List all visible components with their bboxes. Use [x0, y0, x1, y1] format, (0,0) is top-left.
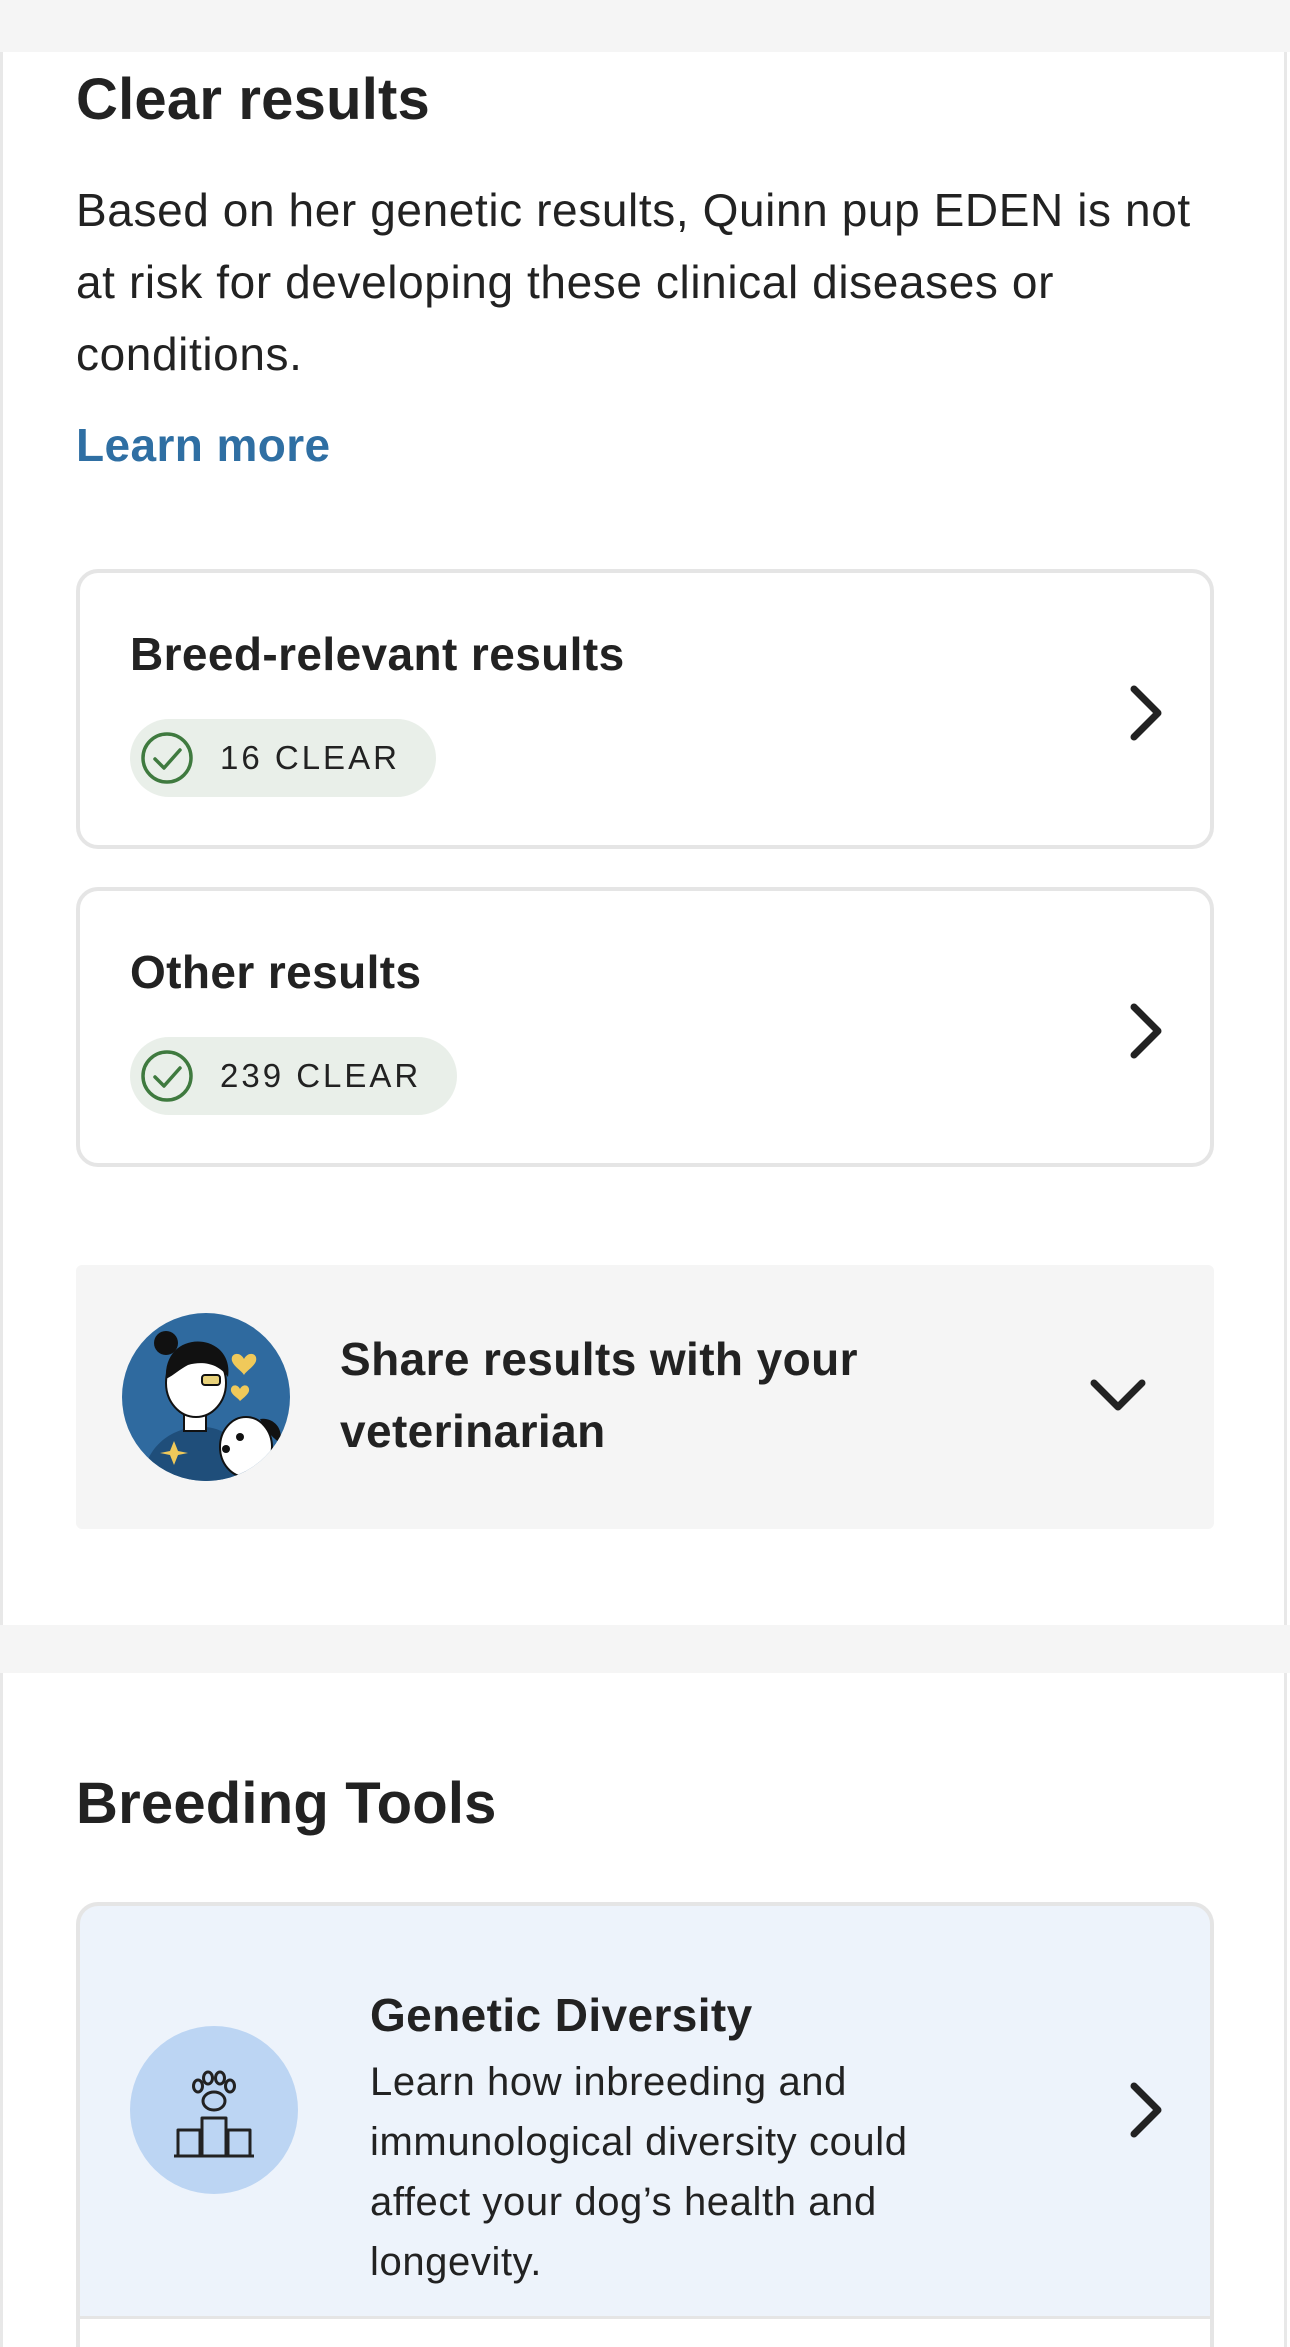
veterinarian-avatar	[122, 1313, 290, 1481]
share-results-label: Share results with your veterinarian	[340, 1333, 858, 1457]
paw-podium-icon	[130, 2026, 298, 2194]
card-footer	[80, 2316, 1210, 2347]
tool-description: Learn how inbreeding and immunological d…	[370, 2060, 908, 2284]
chevron-right-icon	[1130, 685, 1162, 741]
clear-count-label: 16 CLEAR	[220, 739, 400, 776]
clear-count-badge: 16 CLEAR	[130, 719, 436, 797]
tool-title: Genetic Diversity	[370, 1989, 753, 2041]
chevron-right-icon	[1130, 1003, 1162, 1059]
top-strip	[0, 0, 1290, 52]
clear-count-badge: 239 CLEAR	[130, 1037, 458, 1115]
clear-results-heading: Clear results	[76, 67, 430, 132]
card-title: Other results	[130, 946, 422, 998]
check-circle-icon	[141, 732, 193, 784]
clear-results-description: Based on her genetic results, Quinn pup …	[76, 184, 1191, 380]
check-circle-icon	[141, 1050, 193, 1102]
breeding-tools-heading: Breeding Tools	[76, 1771, 497, 1836]
card-title: Breed-relevant results	[130, 628, 625, 680]
breed-relevant-results-card[interactable]: Breed-relevant results 16 CLEAR	[76, 569, 1214, 849]
learn-more-link[interactable]: Learn more	[76, 418, 331, 472]
chevron-down-icon	[1090, 1379, 1146, 1411]
page: Clear results Based on her genetic resul…	[0, 0, 1290, 2347]
section-divider	[0, 1625, 1290, 1673]
share-with-veterinarian-panel[interactable]: Share results with your veterinarian	[76, 1265, 1214, 1529]
chevron-right-icon	[1130, 2082, 1162, 2138]
genetic-diversity-card[interactable]: Genetic Diversity Learn how inbreeding a…	[76, 1902, 1214, 2347]
clear-count-label: 239 CLEAR	[220, 1057, 422, 1094]
other-results-card[interactable]: Other results 239 CLEAR	[76, 887, 1214, 1167]
